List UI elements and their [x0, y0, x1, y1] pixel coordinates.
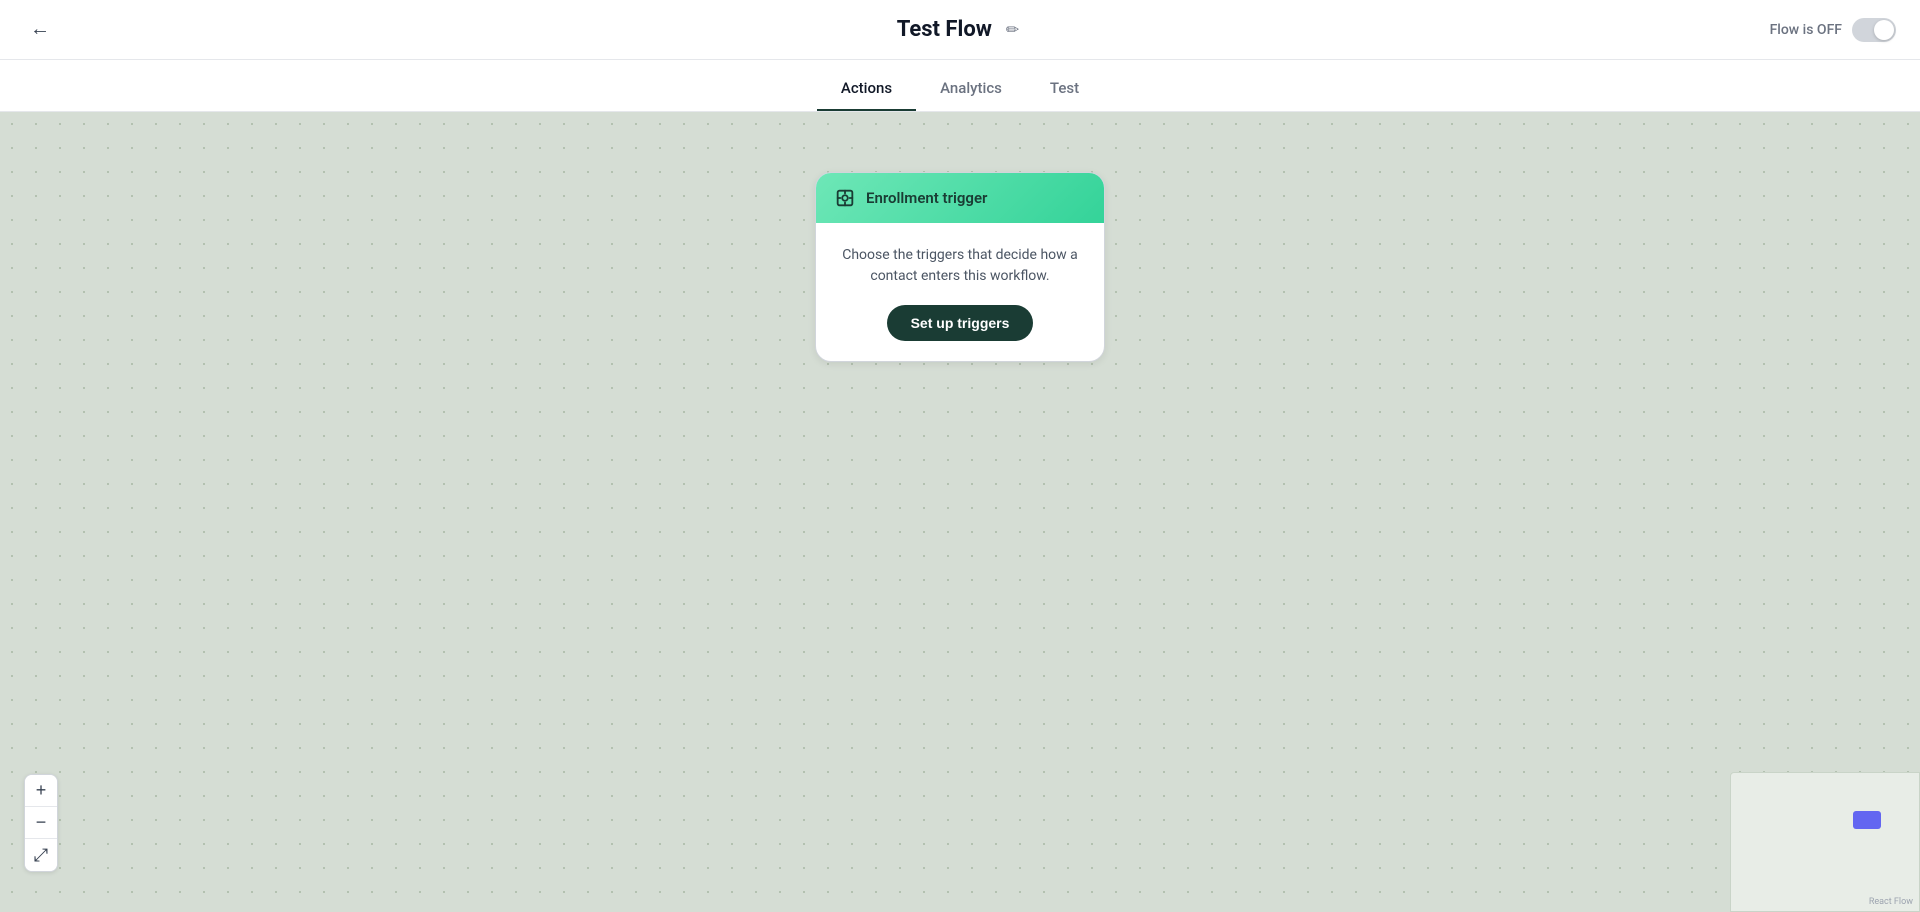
toggle-thumb [1874, 20, 1894, 40]
tab-test[interactable]: Test [1026, 79, 1103, 111]
minimap-node [1853, 811, 1881, 829]
toggle-track [1852, 18, 1896, 42]
react-flow-label: React Flow [1869, 897, 1913, 907]
trigger-description: Choose the triggers that decide how a co… [834, 245, 1086, 287]
zoom-in-button[interactable]: + [25, 775, 57, 807]
page-title: Test Flow [897, 17, 992, 42]
minimap: React Flow [1730, 772, 1920, 912]
flow-canvas: Enrollment trigger Choose the triggers t… [0, 112, 1920, 912]
header-center: Test Flow ✏ [897, 16, 1024, 44]
tab-actions[interactable]: Actions [817, 79, 916, 111]
zoom-out-button[interactable]: − [25, 807, 57, 839]
back-button[interactable]: ← [24, 12, 56, 47]
flow-toggle[interactable] [1852, 18, 1896, 42]
zoom-controls: + − ⤢ [24, 774, 58, 872]
trigger-card-body: Choose the triggers that decide how a co… [816, 223, 1104, 361]
trigger-card-title: Enrollment trigger [866, 189, 987, 207]
header: ← Test Flow ✏ Flow is OFF [0, 0, 1920, 60]
header-right: Flow is OFF [1770, 18, 1896, 42]
enrollment-trigger-card: Enrollment trigger Choose the triggers t… [815, 172, 1105, 362]
tab-analytics[interactable]: Analytics [916, 79, 1026, 111]
flow-status-label: Flow is OFF [1770, 22, 1842, 38]
setup-triggers-button[interactable]: Set up triggers [887, 305, 1034, 341]
fit-view-button[interactable]: ⤢ [25, 839, 57, 871]
trigger-card-header: Enrollment trigger [816, 173, 1104, 223]
edit-title-button[interactable]: ✏ [1002, 16, 1023, 44]
header-left: ← [24, 12, 56, 47]
enrollment-icon [834, 187, 856, 209]
tabs-bar: Actions Analytics Test [0, 60, 1920, 112]
